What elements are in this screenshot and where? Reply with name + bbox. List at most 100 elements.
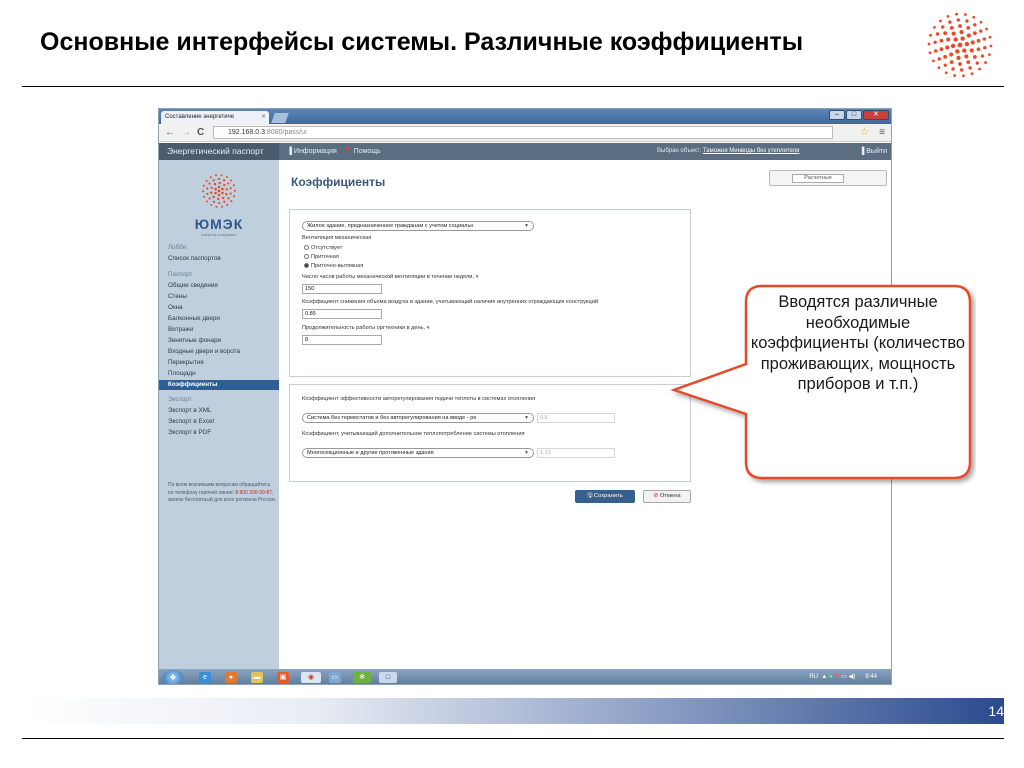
media-icon[interactable]: ●	[225, 672, 237, 683]
sidebar-item-coefficients[interactable]: Коэффициенты	[159, 380, 279, 390]
sidebar-item-balcony-doors[interactable]: Балконные двери	[168, 315, 220, 322]
clock[interactable]: 9:44	[865, 674, 877, 680]
maximize-icon[interactable]: □	[846, 110, 862, 120]
logo-dot	[953, 74, 957, 77]
language-indicator[interactable]: RU	[809, 674, 818, 680]
selected-object-link[interactable]: Таможня Минводы без утеплителя	[703, 148, 800, 154]
logo-dot	[950, 43, 956, 49]
logo-dot	[226, 203, 229, 206]
logo-dot	[951, 67, 955, 71]
logo-dot	[939, 47, 944, 52]
logo-dot	[968, 66, 972, 70]
ventilation-option-none[interactable]: Отсутствует	[304, 245, 342, 251]
start-button[interactable]: ❖	[163, 670, 183, 684]
window-icon[interactable]: ▭	[329, 672, 341, 683]
sidebar-item-floors[interactable]: Перекрытия	[168, 359, 204, 366]
tool-icon[interactable]: ✻	[353, 672, 371, 683]
app-header: Энергетический паспорт ▐ Информация ❓ По…	[159, 143, 891, 160]
menu-help[interactable]: ❓ Помощь	[343, 143, 381, 160]
sidebar-item-areas[interactable]: Площади	[168, 370, 196, 377]
sidebar-item-general[interactable]: Общие сведения	[168, 282, 218, 289]
logo-dot	[230, 179, 233, 182]
logo-dot	[208, 197, 211, 200]
monitor-icon[interactable]: ▭	[841, 674, 847, 680]
radio-icon	[304, 254, 309, 260]
logo-dot	[215, 174, 217, 177]
app-icon[interactable]: ▣	[277, 672, 289, 683]
new-tab-button[interactable]	[271, 113, 289, 123]
callout-text: Вводятся различные необходимые коэффицие…	[750, 293, 966, 393]
sidebar-item-export-xml[interactable]: Экспорт в XML	[168, 407, 211, 414]
explorer-icon[interactable]: □	[379, 672, 397, 683]
air-coeff-label: Коэффициент снижения объема воздуха в зд…	[302, 299, 598, 305]
folder-icon[interactable]: ▬	[251, 672, 263, 683]
network-icon[interactable]: ●	[829, 674, 833, 680]
logo-dot	[953, 37, 958, 42]
building-type-select[interactable]: Жилое здание, предназначенное гражданам …	[302, 221, 534, 231]
forward-icon[interactable]: →	[181, 126, 191, 140]
regulation-select[interactable]: Система без термостатов и без авторегули…	[302, 413, 534, 423]
logo-dot	[935, 32, 940, 36]
logo-dot	[217, 185, 221, 189]
menu-info-label: Информация	[293, 148, 337, 155]
office-duration-input[interactable]: 8	[302, 335, 382, 345]
back-icon[interactable]: ←	[165, 126, 175, 140]
ventilation-option-supply-exhaust[interactable]: Приточно-вытяжная	[304, 263, 363, 269]
logo-dot	[945, 45, 950, 50]
sidebar-item-walls[interactable]: Стены	[168, 293, 187, 300]
logo-dot	[208, 182, 211, 185]
app-brand[interactable]: Энергетический паспорт	[159, 143, 279, 160]
logo-dot	[202, 184, 205, 187]
volume-icon[interactable]: ◀)	[849, 674, 856, 680]
logo-dot	[948, 20, 952, 24]
bookmark-star-icon[interactable]: ☆	[860, 126, 869, 140]
logo-dot	[203, 195, 206, 198]
logo-dot	[943, 63, 947, 67]
logo-dot	[934, 49, 938, 53]
extra-heat-select[interactable]: Многосекционные и другие протяженные зда…	[302, 448, 534, 458]
browser-menu-icon[interactable]: ≡	[879, 126, 885, 140]
air-coeff-input[interactable]: 0.85	[302, 309, 382, 319]
cancel-button[interactable]: ⊘ Отмена	[643, 490, 691, 503]
hours-input[interactable]: 150	[302, 284, 382, 294]
logo-dot	[958, 62, 962, 66]
exit-button[interactable]: ▐ Выйти	[859, 143, 887, 160]
chrome-icon[interactable]: ◉	[301, 672, 321, 683]
logo-dot	[972, 54, 977, 59]
sidebar-item-passport-list[interactable]: Список паспортов	[168, 255, 221, 262]
calc-toggle[interactable]: Расчетные	[769, 170, 887, 186]
logo-dot	[205, 179, 208, 182]
sidebar-item-skylights[interactable]: Зенитные фонари	[168, 337, 221, 344]
logo-dot	[956, 18, 961, 22]
save-label: Сохранить	[593, 493, 623, 499]
address-bar: ← → C 192.168.0.3:8080/pass/ui ☆ ≡	[159, 124, 891, 142]
sidebar-item-entrance-doors[interactable]: Входные двери и ворота	[168, 348, 240, 355]
menu-info[interactable]: ▐ Информация	[287, 143, 337, 160]
flag-icon[interactable]: ⚑	[834, 674, 839, 680]
calc-toggle-label: Расчетные	[792, 174, 844, 183]
sidebar-item-stained-glass[interactable]: Витражи	[168, 326, 193, 333]
close-window-icon[interactable]: ✕	[863, 110, 889, 120]
sidebar-item-windows[interactable]: Окна	[168, 304, 183, 311]
logo-dot	[223, 200, 226, 203]
logo-dot	[217, 193, 221, 197]
ie-icon[interactable]: e	[199, 672, 211, 683]
url-input[interactable]: 192.168.0.3:8080/pass/ui	[213, 126, 833, 139]
logo-dot	[220, 174, 223, 177]
logo-dot	[988, 53, 991, 57]
reload-icon[interactable]: C	[197, 126, 204, 140]
sidebar-item-export-pdf[interactable]: Экспорт в PDF	[168, 429, 211, 436]
minimize-icon[interactable]: –	[829, 110, 845, 120]
logo-dot	[955, 49, 960, 54]
logo-dot	[985, 27, 988, 31]
logo-dot	[983, 46, 987, 50]
system-tray: RU ▲ ● ⚑ ▭ ◀) 9:44	[809, 674, 877, 680]
logo-dot	[221, 205, 223, 208]
save-button[interactable]: 🖫 Сохранить	[575, 490, 635, 503]
browser-tab[interactable]: Составление энергетиче ✕	[161, 111, 269, 124]
close-tab-icon[interactable]: ✕	[261, 111, 266, 124]
ventilation-option-supply[interactable]: Приточная	[304, 254, 339, 260]
logo-dot	[214, 191, 217, 195]
sidebar-item-export-excel[interactable]: Экспорт в Excel	[168, 418, 214, 425]
title-divider	[22, 86, 1004, 87]
